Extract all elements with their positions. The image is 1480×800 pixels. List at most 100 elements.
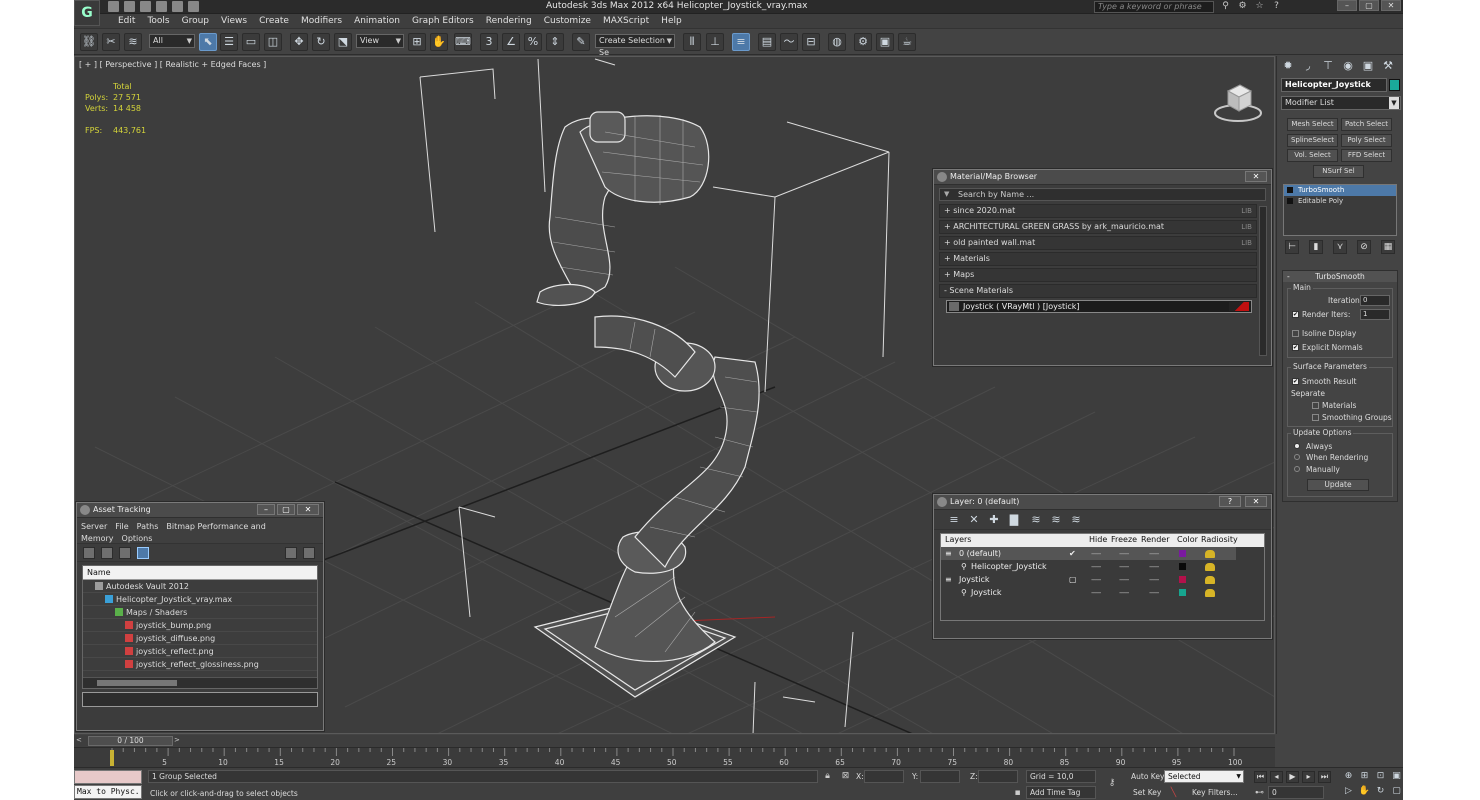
material-editor-icon[interactable]: ◍ — [828, 33, 846, 51]
set-key-button[interactable]: Set Key — [1133, 788, 1161, 797]
create-tab-icon[interactable]: ✹ — [1281, 59, 1295, 73]
hide-toggle[interactable]: ----- — [1091, 547, 1101, 560]
scene-material-item[interactable]: Joystick ( VRayMtl ) [Joystick] — [946, 300, 1252, 313]
asset-tracking-close-button[interactable]: ✕ — [297, 504, 319, 515]
open-file-icon[interactable] — [124, 1, 135, 12]
modifier-button-nsurf-sel[interactable]: NSurf Sel — [1313, 165, 1364, 178]
layer-column-hide[interactable]: Hide — [1089, 534, 1107, 546]
motion-tab-icon[interactable]: ◉ — [1341, 59, 1355, 73]
viewport-label[interactable]: [ + ] [ Perspective ] [ Realistic + Edge… — [79, 60, 266, 69]
schematic-view-icon[interactable]: ⊟ — [802, 33, 820, 51]
render-toggle[interactable]: ----- — [1149, 560, 1159, 573]
highlight-selected-layer-icon[interactable]: ≋ — [1030, 514, 1042, 526]
freeze-toggle[interactable]: ----- — [1119, 560, 1129, 573]
isoline-display-checkbox[interactable] — [1292, 330, 1299, 337]
project-folder-icon[interactable] — [188, 1, 199, 12]
key-mode-toggle-icon[interactable]: ⊷ — [1254, 788, 1265, 799]
asset-tracking-maximize-button[interactable]: ▢ — [277, 504, 295, 515]
make-unique-icon[interactable]: ⋎ — [1333, 240, 1347, 254]
viewcube-icon[interactable] — [1213, 79, 1263, 123]
layer-row[interactable]: Joystick ⚲ ----- ----- ----- — [941, 586, 1236, 599]
layer-column-layers[interactable]: Layers — [945, 534, 971, 546]
material-library-row[interactable]: + old painted wall.mat LIB — [939, 236, 1257, 250]
render-toggle[interactable]: ----- — [1149, 586, 1159, 599]
render-setup-icon[interactable]: ⚙ — [854, 33, 872, 51]
asset-tree-row[interactable]: Helicopter_Joystick_vray.max — [83, 593, 317, 606]
layer-color-swatch[interactable] — [1179, 550, 1186, 557]
layer-close-button[interactable]: ✕ — [1245, 496, 1267, 507]
refresh-icon[interactable] — [83, 547, 95, 559]
help-icon[interactable]: ? — [1271, 1, 1282, 12]
options-icon[interactable] — [303, 547, 315, 559]
menu-item-group[interactable]: Group — [176, 15, 215, 28]
pivot-center-icon[interactable]: ⊞ — [408, 33, 426, 51]
menu-item-views[interactable]: Views — [215, 15, 253, 28]
asset-tree-horizontal-scrollbar[interactable] — [83, 677, 317, 688]
keyboard-shortcut-icon[interactable]: ⌨ — [454, 33, 472, 51]
update-always-radio[interactable] — [1294, 443, 1300, 449]
material-library-row[interactable]: - Scene Materials — [939, 284, 1257, 298]
binoculars-icon[interactable]: ⚲ — [1220, 1, 1231, 12]
next-frame-icon[interactable]: ▸ — [1302, 771, 1315, 783]
modifier-list-dropdown[interactable]: Modifier List — [1281, 96, 1401, 110]
z-coordinate-field[interactable] — [978, 770, 1018, 783]
remove-modifier-icon[interactable]: ⊘ — [1357, 240, 1371, 254]
asset-name-column-header[interactable]: Name — [83, 566, 317, 580]
zoom-icon[interactable]: ⊕ — [1342, 770, 1355, 783]
show-end-result-icon[interactable]: ▮ — [1309, 240, 1323, 254]
asset-tree-row[interactable]: joystick_diffuse.png — [83, 632, 317, 645]
play-icon[interactable]: ▶ — [1286, 771, 1299, 783]
select-objects-in-layer-icon[interactable]: ▇ — [1008, 514, 1020, 526]
material-library-row[interactable]: + Materials — [939, 252, 1257, 266]
rendered-frame-window-icon[interactable]: ▣ — [876, 33, 894, 51]
zoom-extents-all-icon[interactable]: ▣ — [1390, 770, 1403, 783]
render-iters-checkbox[interactable]: ✔ — [1292, 311, 1299, 318]
go-to-end-icon[interactable]: ⏭ — [1318, 771, 1331, 783]
material-browser-titlebar[interactable]: Material/Map Browser ✕ — [934, 170, 1271, 185]
auto-key-button[interactable]: Auto Key — [1131, 772, 1164, 781]
render-production-icon[interactable]: ☕ — [898, 33, 916, 51]
layer-manager-icon[interactable]: ≡ — [732, 33, 750, 51]
current-layer-indicator[interactable]: ▢ — [1069, 573, 1077, 586]
hierarchy-tab-icon[interactable]: ⊤ — [1321, 59, 1335, 73]
help-search-input[interactable]: Type a keyword or phrase — [1094, 1, 1214, 13]
modify-tab-icon[interactable]: ◞ — [1301, 59, 1315, 73]
redo-icon[interactable] — [172, 1, 183, 12]
current-layer-indicator[interactable]: ✔ — [1069, 547, 1076, 560]
create-layer-icon[interactable]: ≡ — [948, 514, 960, 526]
go-to-start-icon[interactable]: ⏮ — [1254, 771, 1267, 783]
current-frame-marker[interactable] — [110, 750, 114, 766]
material-search-input[interactable]: Search by Name ... — [939, 188, 1266, 201]
selection-lock-icon[interactable]: 🔒︎ — [822, 771, 833, 782]
asset-menu-options[interactable]: Options — [122, 534, 153, 543]
modifier-toggle-icon[interactable] — [1287, 198, 1293, 204]
graphite-ribbon-icon[interactable]: ▤ — [758, 33, 776, 51]
subscription-icon[interactable]: ⚙ — [1237, 1, 1248, 12]
modifier-stack-item[interactable]: TurboSmooth — [1284, 185, 1396, 196]
iterations-spinner[interactable]: 0 — [1360, 295, 1390, 306]
menu-item-maxscript[interactable]: MAXScript — [597, 15, 655, 28]
close-button[interactable]: ✕ — [1381, 0, 1401, 11]
radiosity-teapot-icon[interactable] — [1205, 550, 1215, 558]
select-object-icon[interactable]: ⬉ — [199, 33, 217, 51]
key-selection-dropdown[interactable]: Selected — [1164, 770, 1244, 783]
unlink-icon[interactable]: ✂ — [102, 33, 120, 51]
modifier-button-splineselect[interactable]: SplineSelect — [1287, 134, 1338, 147]
y-coordinate-field[interactable] — [920, 770, 960, 783]
material-browser-close-button[interactable]: ✕ — [1245, 171, 1267, 182]
select-link-icon[interactable]: ⛓ — [80, 33, 98, 51]
separate-smoothing-groups-checkbox[interactable] — [1312, 414, 1319, 421]
app-logo-button[interactable]: G — [74, 0, 100, 26]
smooth-result-checkbox[interactable]: ✔ — [1292, 378, 1299, 385]
edit-named-selection-icon[interactable]: ✎ — [572, 33, 590, 51]
explicit-normals-checkbox[interactable]: ✔ — [1292, 344, 1299, 351]
field-of-view-icon[interactable]: ▷ — [1342, 785, 1355, 798]
asset-tracking-minimize-button[interactable]: – — [257, 504, 275, 515]
star-icon[interactable]: ☆ — [1254, 1, 1265, 12]
material-library-row[interactable]: + ARCHITECTURAL GREEN GRASS by ark_mauri… — [939, 220, 1257, 234]
time-tag-icon[interactable]: ▪ — [1012, 788, 1023, 799]
hide-toggle[interactable]: ----- — [1091, 573, 1101, 586]
layer-manager-titlebar[interactable]: Layer: 0 (default) ? ✕ — [934, 495, 1271, 510]
asset-tree-row[interactable]: joystick_bump.png — [83, 619, 317, 632]
track-bar[interactable]: 5 10 15 20 25 30 35 40 45 50 55 60 65 70 75 80 85 90 95 100 — [74, 747, 1275, 767]
